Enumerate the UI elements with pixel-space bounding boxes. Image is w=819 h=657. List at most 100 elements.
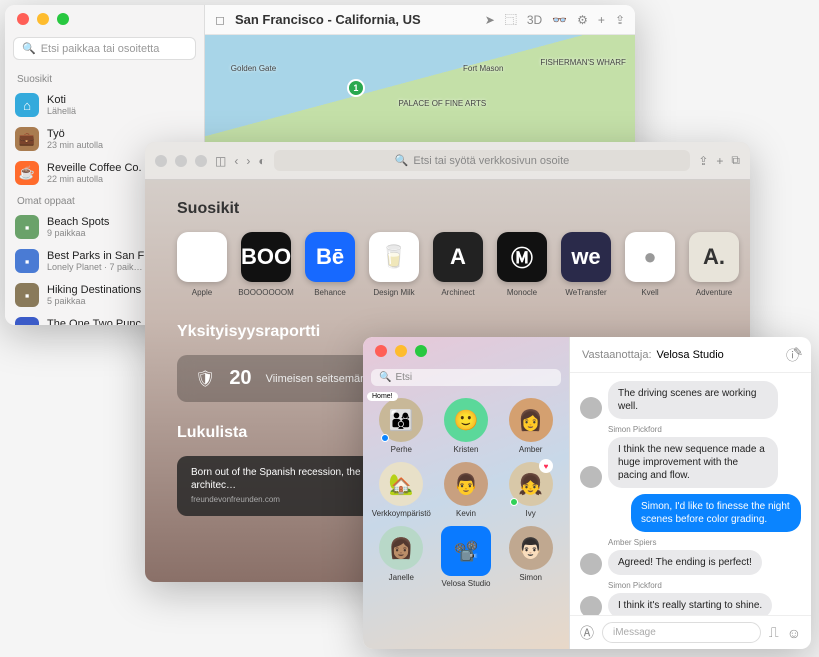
emoji-icon[interactable]: ☺ (787, 625, 801, 641)
minimize-icon[interactable] (175, 155, 187, 167)
zoom-icon[interactable] (57, 13, 69, 25)
window-controls (155, 155, 207, 167)
window-controls (5, 5, 204, 33)
settings-icon[interactable]: ⚙ (577, 13, 588, 27)
favorite-site[interactable]: we WeTransfer (561, 232, 611, 297)
conversation-header: Vastaanottaja: Velosa Studio ⓘ (570, 337, 811, 373)
status-dot (510, 498, 518, 506)
minimize-icon[interactable] (395, 345, 407, 357)
site-icon: 🥛 (369, 232, 419, 282)
recipient-name: Velosa Studio (657, 349, 724, 361)
contact-name: Janelle (389, 573, 414, 582)
site-icon: Ⓜ (497, 232, 547, 282)
forward-icon[interactable]: › (246, 154, 250, 168)
compose-icon[interactable]: ✎ (793, 345, 803, 359)
message-row: The driving scenes are working well. (580, 381, 801, 419)
place-icon: ⌂ (15, 93, 39, 117)
apps-icon[interactable]: Ⓐ (580, 623, 594, 643)
messages-search-input[interactable]: 🔍 Etsi (371, 369, 561, 386)
contact-velosa studio[interactable]: 📽️ Velosa Studio (436, 526, 497, 588)
sidebar-item-favorite[interactable]: ⌂ Koti Lähellä (5, 88, 204, 122)
search-icon: 🔍 (379, 372, 391, 383)
favorite-site[interactable]: 🥛 Design Milk (369, 232, 419, 297)
message-bubble[interactable]: I think it's really starting to shine. (608, 593, 772, 615)
site-label: WeTransfer (565, 288, 606, 297)
url-field[interactable]: 🔍 Etsi tai syötä verkkosivun osoite (274, 150, 691, 171)
favorite-site[interactable]: Bē Behance (305, 232, 355, 297)
favorite-site[interactable]: A. Adventure (689, 232, 739, 297)
contact-name: Velosa Studio (442, 579, 491, 588)
contact-simon[interactable]: 👨🏻 Simon (500, 526, 561, 588)
avatar: 👨 (444, 462, 488, 506)
map-label: Fort Mason (463, 64, 503, 73)
message-row: I think it's really starting to shine. (580, 593, 801, 615)
place-icon: ▪ (15, 283, 39, 307)
share-icon[interactable]: ⇪ (615, 13, 625, 27)
favorite-site[interactable]: Ⓜ Monocle (497, 232, 547, 297)
place-icon: ▪ (15, 317, 39, 325)
item-subtitle: 5 paikkaa (47, 296, 141, 306)
message-input[interactable]: iMessage (602, 622, 761, 643)
item-title: Best Parks in San F… (47, 250, 155, 262)
site-icon: A (433, 232, 483, 282)
binoculars-icon[interactable]: 👓 (552, 13, 567, 27)
message-bubble[interactable]: I think the new sequence made a huge imp… (608, 437, 778, 488)
share-icon[interactable]: ⇪ (698, 154, 708, 168)
message-composer: Ⓐ iMessage ⎍ ☺ (570, 615, 811, 649)
avatar: 🙂 (444, 398, 488, 442)
message-row: Agreed! The ending is perfect! (580, 550, 801, 575)
message-row: I think the new sequence made a huge imp… (580, 437, 801, 488)
close-icon[interactable] (375, 345, 387, 357)
contact-janelle[interactable]: 👩🏽 Janelle (371, 526, 432, 588)
avatar (580, 466, 602, 488)
contact-ivy[interactable]: 👧 ♥Ivy (500, 462, 561, 518)
messages-sidebar: ✎ 🔍 Etsi 👨‍👩‍👦 Home!Perhe🙂 Kristen👩 Ambe… (363, 337, 570, 649)
favorite-site[interactable]: Apple (177, 232, 227, 297)
map-label: FISHERMAN'S WHARF (540, 58, 626, 67)
search-placeholder: Etsi (395, 372, 412, 383)
contact-name: Kevin (456, 509, 476, 518)
favorites-heading: Suosikit (177, 200, 718, 218)
favorite-site[interactable]: ● Kvell (625, 232, 675, 297)
zoom-icon[interactable] (195, 155, 207, 167)
message-thread[interactable]: The driving scenes are working well. Simo… (570, 373, 811, 615)
map-marker[interactable]: 1 (347, 79, 365, 97)
map-mode-icon[interactable]: ⿹ (505, 11, 517, 28)
contact-verkkoympäristö[interactable]: 🏡 Verkkoympäristö (371, 462, 432, 518)
item-title: Beach Spots (47, 216, 109, 228)
message-bubble[interactable]: Simon, I'd like to finesse the night sce… (631, 494, 801, 532)
site-icon: ● (625, 232, 675, 282)
shield-icon[interactable]: ◐ (258, 154, 265, 168)
message-bubble[interactable]: The driving scenes are working well. (608, 381, 778, 419)
favorite-site[interactable]: A Archinect (433, 232, 483, 297)
back-icon[interactable]: ‹ (234, 154, 238, 168)
location-icon[interactable]: ➤ (485, 13, 495, 27)
maps-search-input[interactable]: 🔍 Etsi paikkaa tai osoitetta (13, 37, 196, 60)
contact-perhe[interactable]: 👨‍👩‍👦 Home!Perhe (371, 398, 432, 454)
message-row: Simon, I'd like to finesse the night sce… (580, 494, 801, 532)
add-icon[interactable]: + (598, 13, 605, 27)
audio-icon[interactable]: ⎍ (769, 624, 779, 641)
new-tab-icon[interactable]: + (716, 154, 723, 168)
sidebar-icon[interactable]: ◫ (215, 154, 226, 168)
back-icon[interactable]: ◻ (215, 13, 225, 27)
tabs-icon[interactable]: ⧉ (731, 153, 740, 168)
minimize-icon[interactable] (37, 13, 49, 25)
site-icon: A. (689, 232, 739, 282)
close-icon[interactable] (155, 155, 167, 167)
message-bubble[interactable]: Agreed! The ending is perfect! (608, 550, 762, 575)
favorite-site[interactable]: BOO BOOOOOOOM (241, 232, 291, 297)
contact-kristen[interactable]: 🙂 Kristen (436, 398, 497, 454)
close-icon[interactable] (17, 13, 29, 25)
place-icon: ☕ (15, 161, 39, 185)
conversation-panel: Vastaanottaja: Velosa Studio ⓘ The drivi… (570, 337, 811, 649)
item-subtitle: 9 paikkaa (47, 228, 109, 238)
3d-icon[interactable]: 3D (527, 13, 542, 27)
site-label: Design Milk (373, 288, 414, 297)
contact-kevin[interactable]: 👨 Kevin (436, 462, 497, 518)
item-title: Reveille Coffee Co. (47, 162, 142, 174)
zoom-icon[interactable] (415, 345, 427, 357)
contact-amber[interactable]: 👩 Amber (500, 398, 561, 454)
pinned-icon: ♥ (539, 459, 553, 473)
avatar: 👩 (509, 398, 553, 442)
